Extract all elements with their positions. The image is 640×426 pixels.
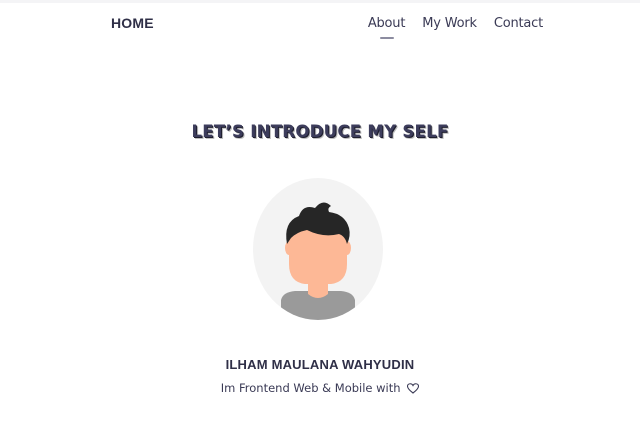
page: HOME About My Work Contact LET’S INTRODU… [0,0,640,426]
heart-icon [407,383,420,394]
nav-link-my-work[interactable]: My Work [422,16,477,31]
person-avatar-icon [281,202,355,320]
nav-links: About My Work Contact [368,16,543,39]
profile-name: ILHAM MAULANA WAHYUDIN [225,357,415,372]
avatar [253,178,383,320]
navbar: HOME About My Work Contact [0,3,640,47]
page-headline: LET’S INTRODUCE MY SELF [191,122,449,141]
nav-link-contact[interactable]: Contact [494,16,543,31]
nav-link-about[interactable]: About [368,16,405,39]
profile-tagline: Im Frontend Web & Mobile with [0,381,640,395]
home-link[interactable]: HOME [111,15,154,31]
tagline-text: Im Frontend Web & Mobile with [220,381,401,395]
